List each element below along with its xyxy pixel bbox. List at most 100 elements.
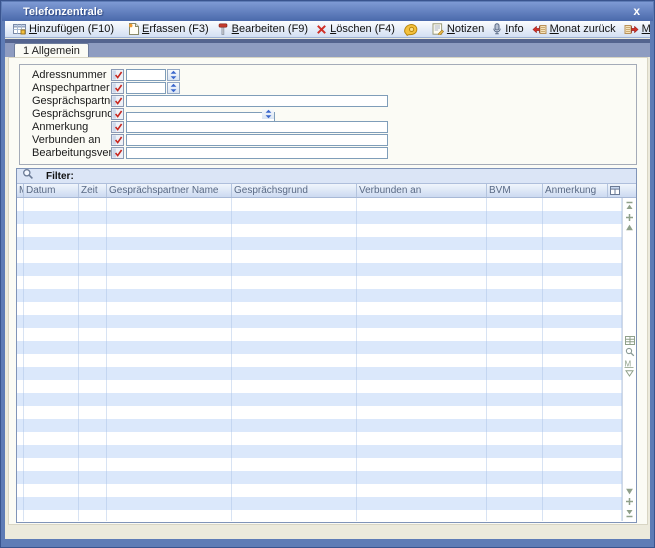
notizen-button[interactable]: Notizen (428, 22, 488, 37)
bearbeitungsvermerk-input[interactable] (126, 147, 388, 159)
grid-view-icon[interactable] (623, 336, 636, 345)
table-cell (107, 471, 232, 484)
table-row (17, 367, 622, 380)
tab-allgemein[interactable]: 1 Allgemein (14, 43, 89, 57)
scroll-top-icon[interactable] (623, 201, 636, 211)
sort-down-icon[interactable] (623, 370, 636, 377)
column-header-gespr-chsgrund[interactable]: Gesprächsgrund (232, 184, 357, 197)
table-cell (543, 211, 622, 224)
table-cell (24, 510, 79, 521)
anmerkung-label: Anmerkung (32, 121, 111, 133)
scroll-bottom-icon[interactable] (623, 508, 636, 518)
table-cell (107, 393, 232, 406)
table-cell (24, 380, 79, 393)
search-icon[interactable] (623, 347, 636, 357)
table-row (17, 237, 622, 250)
table-cell (107, 445, 232, 458)
table-row (17, 510, 622, 521)
table-cell (232, 289, 357, 302)
adressnummer-spinner[interactable] (167, 69, 180, 81)
table-cell (79, 237, 107, 250)
table-row (17, 497, 622, 510)
monat-zurueck-button[interactable]: Monat zurück (528, 22, 620, 37)
scroll-page-down-icon[interactable] (623, 497, 636, 506)
column-header-datum[interactable]: Datum (24, 184, 79, 197)
table-cell (24, 445, 79, 458)
horn-button[interactable] (399, 22, 422, 37)
table-cell (357, 393, 487, 406)
title-bar[interactable]: Telefonzentrale x (2, 2, 653, 21)
gespraechsgrund-spinner[interactable] (262, 109, 274, 119)
table-cell (543, 224, 622, 237)
scroll-page-up-icon[interactable] (623, 213, 636, 222)
table-cell (232, 263, 357, 276)
table-cell (543, 289, 622, 302)
table-cell (543, 393, 622, 406)
column-options-icon[interactable] (608, 184, 622, 197)
scroll-down-icon[interactable] (623, 488, 636, 495)
gespraechspartner-input[interactable] (126, 95, 388, 107)
bookmark-icon[interactable]: M (623, 359, 636, 368)
column-header-bvm[interactable]: BVM (487, 184, 543, 197)
table-cell (232, 315, 357, 328)
scroll-up-icon[interactable] (623, 224, 636, 231)
hinzufuegen-button[interactable]: Hinzufügen (F10) (9, 22, 118, 37)
table-cell (543, 432, 622, 445)
table-row (17, 328, 622, 341)
loeschen-button[interactable]: Löschen (F4) (312, 22, 399, 37)
column-header-zeit[interactable]: Zeit (79, 184, 107, 197)
table-cell (487, 250, 543, 263)
table-cell (232, 380, 357, 393)
column-header-anmerkung[interactable]: Anmerkung (543, 184, 608, 197)
adressnummer-input[interactable] (126, 69, 166, 81)
month-back-icon (532, 24, 547, 35)
gespraechsgrund-check-button[interactable] (111, 108, 124, 120)
table-cell (487, 315, 543, 328)
table-cell (17, 406, 24, 419)
table-cell (543, 198, 622, 211)
scroll-page-down-icon (625, 497, 634, 506)
table-cell (357, 237, 487, 250)
gespraechspartner-check-button[interactable] (111, 95, 124, 107)
table-cell (24, 367, 79, 380)
anmerkung-input[interactable] (126, 121, 388, 133)
table-row (17, 198, 622, 211)
anmerkung-check-button[interactable] (111, 121, 124, 133)
table-cell (107, 458, 232, 471)
table-cell (543, 341, 622, 354)
table-cell (17, 276, 24, 289)
bearbeitungsvermerk-check-button[interactable] (111, 147, 124, 159)
erfassen-button[interactable]: Erfassen (F3) (124, 22, 213, 37)
table-cell (232, 367, 357, 380)
table-cell (232, 276, 357, 289)
bearbeiten-button[interactable]: Bearbeiten (F9) (213, 22, 312, 37)
anspechpartner-check-button[interactable] (111, 82, 124, 94)
anspechpartner-input[interactable] (126, 82, 166, 94)
table-cell (543, 328, 622, 341)
adressnummer-row: Adressnummer (32, 68, 180, 81)
month-forward-icon (624, 24, 639, 35)
table-cell (79, 471, 107, 484)
table-cell (79, 510, 107, 521)
anspechpartner-spinner[interactable] (167, 82, 180, 94)
table-cell (543, 471, 622, 484)
close-button[interactable]: x (633, 4, 640, 18)
table-cell (79, 484, 107, 497)
scroll-down-icon (625, 488, 634, 495)
verbunden-an-check-button[interactable] (111, 134, 124, 146)
table-cell (357, 471, 487, 484)
table-cell (17, 510, 24, 521)
table-cell (543, 250, 622, 263)
info-button[interactable]: Info (488, 22, 527, 37)
table-body-wrap: M (17, 198, 636, 521)
toolbar: Hinzufügen (F10) Erfassen (F3)Bearbeiten … (5, 21, 650, 38)
adressnummer-check-button[interactable] (111, 69, 124, 81)
column-header-verbunden-an[interactable]: Verbunden an (357, 184, 487, 197)
table-cell (232, 471, 357, 484)
column-header-m[interactable]: M (17, 184, 24, 197)
table-cell (543, 237, 622, 250)
verbunden-an-input[interactable] (126, 134, 388, 146)
table-row (17, 393, 622, 406)
monat-vor-button[interactable]: Monat vor (620, 22, 650, 37)
column-header-gespr-chspartner-name[interactable]: Gesprächspartner Name (107, 184, 232, 197)
